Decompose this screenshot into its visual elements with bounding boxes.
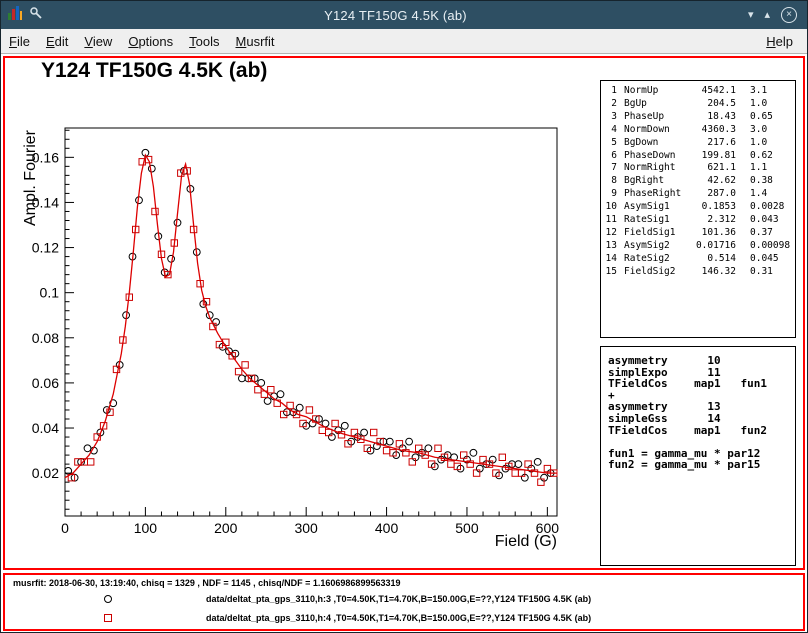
param-row: 6PhaseDown199.810.62 [603, 150, 795, 163]
window-title: Y124 TF150G 4.5K (ab) [43, 8, 748, 23]
param-row: 9PhaseRight287.01.4 [603, 188, 795, 201]
menu-edit[interactable]: Edit [38, 34, 76, 49]
menu-file[interactable]: File [1, 34, 38, 49]
maximize-icon[interactable]: ▴ [764, 10, 770, 21]
param-row: 4NormDown4360.33.0 [603, 124, 795, 137]
x-axis-label: Field (G) [495, 533, 557, 550]
legend-label: data/deltat_pta_gps_3110,h:4 ,T0=4.50K,T… [206, 613, 591, 623]
param-row: 14RateSig20.5140.045 [603, 253, 795, 266]
param-row: 10AsymSig10.18530.0028 [603, 201, 795, 214]
info-pad: musrfit: 2018-06-30, 13:19:40, chisq = 1… [3, 573, 805, 631]
theory-line [608, 436, 795, 448]
minimize-icon[interactable]: ▾ [748, 10, 754, 21]
menu-right: Help [758, 34, 807, 49]
app-icon [7, 5, 23, 26]
svg-text:100: 100 [134, 520, 158, 536]
musrfit-window: Y124 TF150G 4.5K (ab) ▾ ▴ × FileEditView… [0, 0, 808, 633]
svg-text:0.08: 0.08 [32, 330, 59, 346]
y-axis-label: Ampl. Fourier [22, 129, 39, 226]
param-row: 1NormUp4542.13.1 [603, 85, 795, 98]
svg-text:0.12: 0.12 [32, 240, 59, 256]
param-row: 3PhaseUp18.430.65 [603, 111, 795, 124]
param-row: 11RateSig12.3120.043 [603, 214, 795, 227]
param-row: 5BgDown217.61.0 [603, 137, 795, 150]
legend-entry: data/deltat_pta_gps_3110,h:3 ,T0=4.50K,T… [5, 589, 803, 608]
legend-label: data/deltat_pta_gps_3110,h:3 ,T0=4.50K,T… [206, 594, 591, 604]
param-row: 15FieldSig2146.320.31 [603, 266, 795, 279]
svg-text:200: 200 [214, 520, 238, 536]
root-canvas: Y124 TF150G 4.5K (ab) 010020030040050060… [1, 54, 807, 632]
param-row: 2BgUp204.51.0 [603, 98, 795, 111]
theory-box: asymmetry 10simplExpo 11TFieldCos map1 f… [600, 346, 796, 566]
menu-help[interactable]: Help [758, 34, 801, 49]
menu-tools[interactable]: Tools [181, 34, 227, 49]
plot-svg[interactable]: 01002003004005006000.020.040.060.080.10.… [5, 58, 597, 568]
svg-text:0.06: 0.06 [32, 375, 59, 391]
axes: 01002003004005006000.020.040.060.080.10.… [22, 128, 559, 550]
menu-left: FileEditViewOptionsToolsMusrfit [1, 34, 283, 49]
fit-status: musrfit: 2018-06-30, 13:19:40, chisq = 1… [13, 578, 400, 588]
legend-entry: data/deltat_pta_gps_3110,h:4 ,T0=4.50K,T… [5, 608, 803, 627]
svg-text:0: 0 [61, 520, 69, 536]
svg-text:300: 300 [294, 520, 318, 536]
legend: data/deltat_pta_gps_3110,h:3 ,T0=4.50K,T… [5, 589, 803, 627]
close-icon[interactable]: × [781, 7, 797, 23]
param-row: 12FieldSig1101.360.37 [603, 227, 795, 240]
svg-text:0.04: 0.04 [32, 420, 59, 436]
param-row: 8BgRight42.620.38 [603, 175, 795, 188]
pin-icon[interactable] [29, 6, 43, 25]
parameter-box: 1NormUp4542.13.12BgUp204.51.03PhaseUp18.… [600, 80, 796, 338]
main-pad[interactable]: Y124 TF150G 4.5K (ab) 010020030040050060… [3, 56, 805, 570]
theory-line: simpleGss 14 [608, 413, 795, 425]
titlebar[interactable]: Y124 TF150G 4.5K (ab) ▾ ▴ × [1, 1, 807, 29]
series-squares [68, 156, 557, 485]
param-row: 7NormRight621.11.1 [603, 162, 795, 175]
param-row: 13AsymSig20.017160.00098 [603, 240, 795, 253]
circle-marker-icon [102, 593, 114, 605]
theory-line: TFieldCos map1 fun1 [608, 378, 795, 390]
menu-musrfit[interactable]: Musrfit [228, 34, 283, 49]
menu-view[interactable]: View [76, 34, 120, 49]
menubar: FileEditViewOptionsToolsMusrfit Help [1, 29, 807, 54]
square-marker-icon [102, 612, 114, 624]
svg-text:500: 500 [455, 520, 479, 536]
theory-line: TFieldCos map1 fun2 [608, 425, 795, 437]
svg-text:0.02: 0.02 [32, 465, 59, 481]
theory-line: fun2 = gamma_mu * par15 [608, 459, 795, 471]
menu-options[interactable]: Options [120, 34, 181, 49]
svg-text:400: 400 [375, 520, 399, 536]
theory-line: asymmetry 10 [608, 355, 795, 367]
svg-text:0.1: 0.1 [40, 285, 60, 301]
